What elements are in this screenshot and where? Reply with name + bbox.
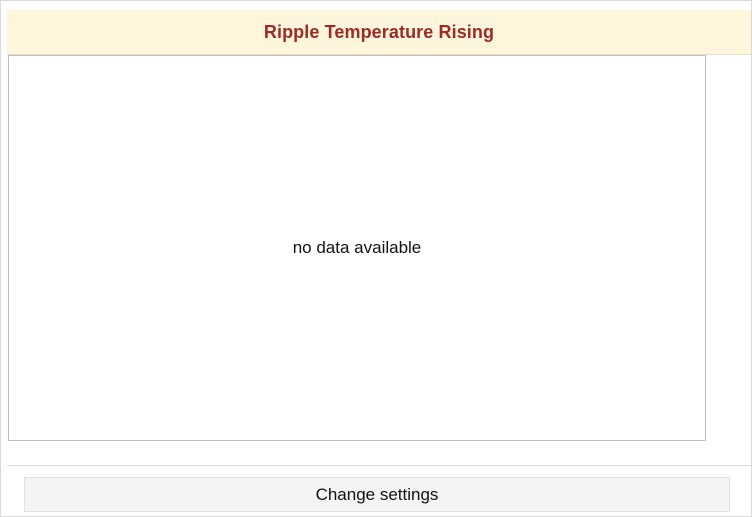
footer-divider <box>7 465 751 466</box>
widget-title: Ripple Temperature Rising <box>263 21 495 42</box>
chart-widget-panel: Ripple Temperature Rising no data availa… <box>0 0 752 517</box>
widget-header: Ripple Temperature Rising <box>7 10 751 55</box>
chart-area: no data available <box>8 55 706 441</box>
change-settings-button[interactable]: Change settings <box>24 477 730 512</box>
no-data-message: no data available <box>292 238 422 257</box>
